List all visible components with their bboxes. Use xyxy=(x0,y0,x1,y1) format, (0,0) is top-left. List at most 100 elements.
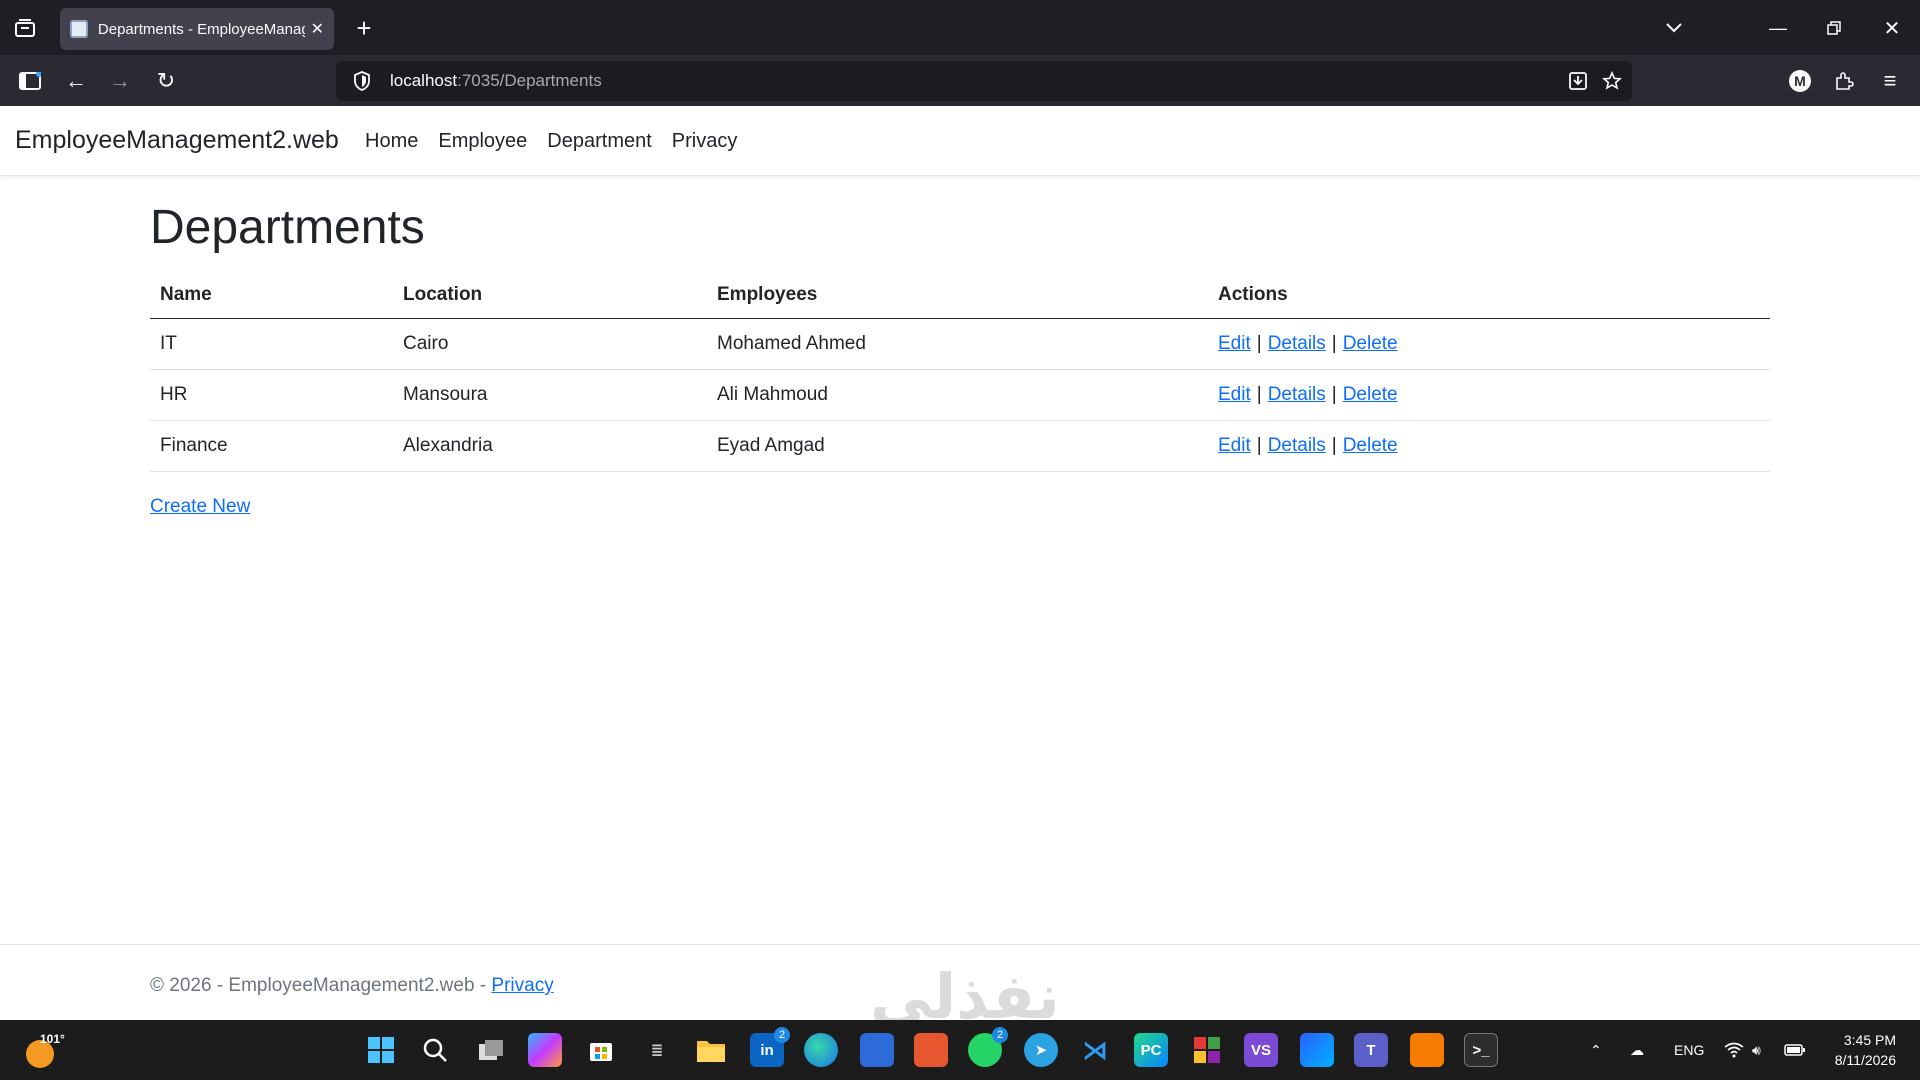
cell-location: Alexandria xyxy=(393,420,707,472)
cell-actions: Edit | Details | Delete xyxy=(1208,318,1770,370)
details-link[interactable]: Details xyxy=(1268,435,1326,456)
chevron-down-icon[interactable] xyxy=(1658,14,1690,42)
app-e-icon[interactable] xyxy=(1410,1033,1444,1067)
plus-icon[interactable]: + xyxy=(348,12,380,44)
cell-employees: Eyad Amgad xyxy=(707,420,1208,472)
edit-link[interactable]: Edit xyxy=(1218,435,1251,456)
profile-avatar[interactable]: M xyxy=(1784,65,1816,97)
nav-home[interactable]: Home xyxy=(365,130,418,153)
wifi-icon[interactable] xyxy=(1724,1020,1744,1080)
whatsapp-badge: 2 xyxy=(992,1027,1008,1043)
app-d-icon[interactable] xyxy=(1300,1033,1334,1067)
tab-list-icon[interactable] xyxy=(10,14,40,42)
footer-privacy-link[interactable]: Privacy xyxy=(491,975,553,996)
separator: | xyxy=(1331,332,1337,354)
nav-privacy[interactable]: Privacy xyxy=(672,130,738,153)
forward-arrow-icon[interactable]: → xyxy=(104,65,136,97)
vscode-icon[interactable]: ⋊ xyxy=(1078,1033,1112,1067)
close-icon[interactable]: ✕ xyxy=(311,19,324,39)
footer-copyright: © 2026 - EmployeeManagement2.web - xyxy=(150,975,492,996)
search-icon[interactable] xyxy=(418,1033,452,1067)
battery-icon[interactable] xyxy=(1784,1020,1806,1080)
edge-icon[interactable] xyxy=(804,1033,838,1067)
weather-widget[interactable]: 101° xyxy=(26,1032,65,1068)
onedrive-icon[interactable]: ☁ xyxy=(1630,1020,1644,1080)
header-actions: Actions xyxy=(1208,272,1770,319)
cell-name: IT xyxy=(150,318,393,370)
tray-chevron-up-icon[interactable]: ⌃ xyxy=(1590,1020,1602,1080)
teams-icon[interactable]: T xyxy=(1354,1033,1388,1067)
task-view-icon[interactable] xyxy=(474,1033,508,1067)
create-new-link[interactable]: Create New xyxy=(150,496,250,518)
url-host: localhost xyxy=(390,71,458,90)
table-row: HR Mansoura Ali Mahmoud Edit | Details | Del… xyxy=(150,369,1770,421)
window-close-icon[interactable]: ✕ xyxy=(1876,12,1908,44)
restore-icon[interactable] xyxy=(1818,12,1850,44)
whatsapp-icon[interactable]: 2 xyxy=(968,1027,1008,1067)
windows-taskbar: 101° ≣ in 2 2 ➤ ⋊ PC VS T >_ ⌃ ☁ ENG 🔊︎ 3… xyxy=(0,1020,1920,1080)
linkedin-badge: 2 xyxy=(774,1027,790,1043)
address-bar[interactable]: localhost:7035/Departments xyxy=(336,61,1632,101)
edit-link[interactable]: Edit xyxy=(1218,333,1251,354)
language-indicator[interactable]: ENG xyxy=(1674,1020,1704,1080)
extensions-icon[interactable] xyxy=(1828,65,1860,97)
avatar: M xyxy=(1789,70,1811,92)
cell-employees: Ali Mahmoud xyxy=(707,369,1208,421)
footer-text: © 2026 - EmployeeManagement2.web - Priva… xyxy=(150,975,554,997)
cell-location: Mansoura xyxy=(393,369,707,421)
app-c-icon[interactable] xyxy=(1190,1033,1224,1067)
store-icon[interactable] xyxy=(584,1033,618,1067)
url-path: :7035/Departments xyxy=(457,71,602,90)
site-navbar: EmployeeManagement2.web Home Employee De… xyxy=(0,106,1920,176)
table-row: Finance Alexandria Eyad Amgad Edit | Detai… xyxy=(150,420,1770,472)
cell-name: Finance xyxy=(150,420,393,472)
delete-link[interactable]: Delete xyxy=(1343,384,1398,405)
minimize-icon[interactable]: — xyxy=(1762,12,1794,44)
nav-department[interactable]: Department xyxy=(547,130,652,153)
copilot-icon[interactable] xyxy=(528,1033,562,1067)
table-header-row: Name Location Employees Actions xyxy=(150,272,1770,319)
volume-icon[interactable]: 🔊︎ xyxy=(1752,1020,1761,1080)
star-icon[interactable] xyxy=(1596,65,1628,97)
file-explorer-icon[interactable] xyxy=(694,1033,728,1067)
details-link[interactable]: Details xyxy=(1268,384,1326,405)
app-b-icon[interactable] xyxy=(914,1033,948,1067)
menu-icon[interactable]: ≡ xyxy=(1874,65,1906,97)
nav-employee[interactable]: Employee xyxy=(438,130,527,153)
site-brand[interactable]: EmployeeManagement2.web xyxy=(15,126,339,155)
taskbar-clock[interactable]: 3:45 PM 8/11/2026 xyxy=(1835,1030,1896,1070)
header-name: Name xyxy=(150,272,393,319)
page-favicon-icon xyxy=(70,20,88,38)
browser-toolbar: ← → ↻ localhost:7035/Departments M ≡ xyxy=(0,55,1920,106)
terminal-icon[interactable]: >_ xyxy=(1464,1033,1498,1067)
back-arrow-icon[interactable]: ← xyxy=(60,65,92,97)
reload-icon[interactable]: ↻ xyxy=(150,65,182,97)
separator: | xyxy=(1331,434,1337,456)
header-location: Location xyxy=(393,272,707,319)
shield-icon[interactable] xyxy=(342,61,382,101)
app-a-icon[interactable] xyxy=(860,1033,894,1067)
windows-start-icon[interactable] xyxy=(364,1033,398,1067)
separator: | xyxy=(1256,383,1262,405)
linkedin-icon[interactable]: in 2 xyxy=(750,1027,790,1067)
tab-title: Departments - EmployeeManagement2.web xyxy=(97,20,305,38)
pycharm-icon[interactable]: PC xyxy=(1134,1033,1168,1067)
clock-time: 3:45 PM xyxy=(1843,1032,1896,1048)
sidebar-icon[interactable] xyxy=(14,65,46,97)
departments-table: Name Location Employees Actions IT Cairo… xyxy=(150,272,1770,472)
notepad-icon[interactable]: ≣ xyxy=(640,1033,674,1067)
cell-name: HR xyxy=(150,369,393,421)
page-title: Departments xyxy=(150,201,425,254)
visual-studio-icon[interactable]: VS xyxy=(1244,1033,1278,1067)
telegram-icon[interactable]: ➤ xyxy=(1024,1033,1058,1067)
main-nav: Home Employee Department Privacy xyxy=(365,130,757,153)
header-employees: Employees xyxy=(707,272,1208,319)
details-link[interactable]: Details xyxy=(1268,333,1326,354)
delete-link[interactable]: Delete xyxy=(1343,333,1398,354)
cell-employees: Mohamed Ahmed xyxy=(707,318,1208,370)
browser-tab[interactable]: Departments - EmployeeManagement2.web ✕ xyxy=(60,8,334,50)
edit-link[interactable]: Edit xyxy=(1218,384,1251,405)
site-footer: © 2026 - EmployeeManagement2.web - Priva… xyxy=(0,944,1920,1020)
delete-link[interactable]: Delete xyxy=(1343,435,1398,456)
install-icon[interactable] xyxy=(1562,65,1594,97)
